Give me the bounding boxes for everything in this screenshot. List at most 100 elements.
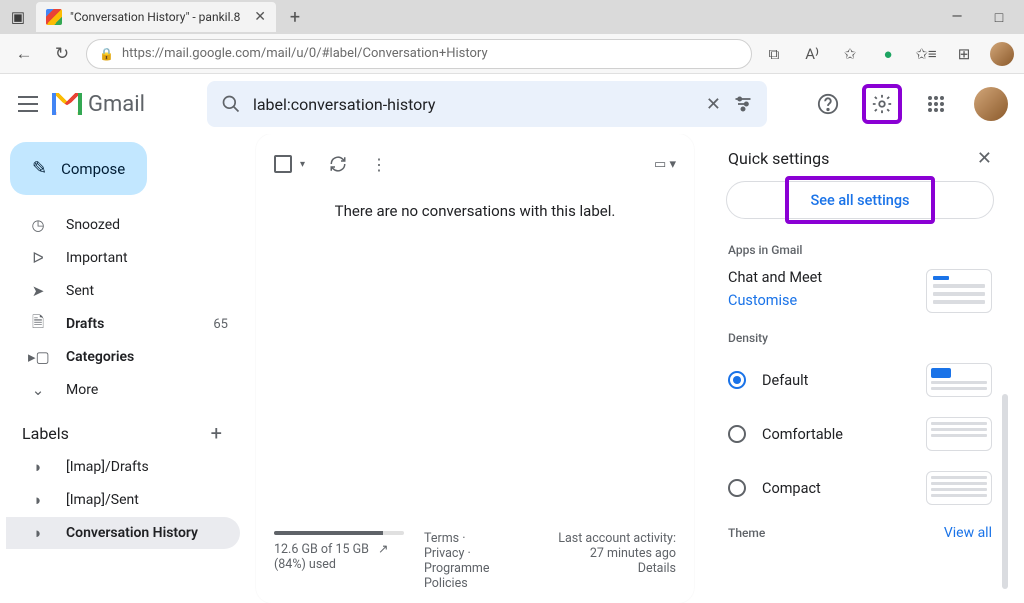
sidebar-item-drafts[interactable]: 🗎 Drafts 65 [6, 308, 240, 340]
toggle-icon[interactable]: ⧉ [762, 42, 786, 66]
account-avatar[interactable] [974, 87, 1008, 121]
gmail-wordmark: Gmail [88, 92, 145, 117]
gmail-body: ✎ Compose ◷ Snoozed ᐅ Important ➤ Sent 🗎… [0, 134, 1024, 603]
apps-preview-icon [926, 269, 992, 313]
grammarly-icon[interactable]: ● [876, 42, 900, 66]
empty-state-text: There are no conversations with this lab… [274, 186, 676, 260]
close-quick-settings-icon[interactable]: ✕ [977, 148, 992, 169]
compose-button[interactable]: ✎ Compose [10, 142, 147, 195]
tab-strip-icon[interactable]: ▣ [4, 3, 32, 31]
main-menu-button[interactable] [16, 92, 40, 116]
add-label-button[interactable]: + [211, 421, 222, 445]
open-storage-icon[interactable]: ↗ [378, 541, 388, 557]
quick-settings-scrollbar[interactable] [1002, 394, 1008, 589]
quick-settings-title: Quick settings [728, 149, 829, 168]
theme-section-title: Theme [728, 526, 765, 540]
sidebar-item-important[interactable]: ᐅ Important [6, 242, 240, 274]
select-dropdown-icon[interactable]: ▾ [300, 159, 305, 170]
compose-label: Compose [61, 160, 125, 178]
quick-settings-panel: Quick settings ✕ See all settings Apps i… [710, 134, 1010, 603]
search-input[interactable] [253, 95, 694, 114]
theme-section: Theme View all [710, 515, 1010, 541]
window-controls: — □ [948, 9, 1020, 26]
select-all-checkbox[interactable] [274, 155, 292, 173]
settings-button[interactable] [862, 84, 902, 124]
favorites-list-icon[interactable]: ✩≡ [914, 42, 938, 66]
label-icon: ◗ [28, 491, 48, 509]
customise-link[interactable]: Customise [728, 292, 822, 309]
favorite-icon[interactable]: ✩ [838, 42, 862, 66]
important-icon: ᐅ [28, 249, 48, 267]
density-section-title: Density [710, 323, 1010, 353]
refresh-button[interactable]: ↻ [48, 40, 76, 68]
policies-links[interactable]: Terms · Privacy · Programme Policies [424, 531, 496, 591]
gmail-header: Gmail ✕ [0, 74, 1024, 134]
sidebar-item-categories[interactable]: ▸▢ Categories [6, 341, 240, 373]
account-activity: Last account activity: 27 minutes ago De… [516, 531, 676, 576]
lock-icon: 🔒 [99, 47, 114, 61]
search-icon[interactable] [221, 94, 241, 114]
storage-info[interactable]: 12.6 GB of 15 GB ↗ (84%) used [274, 531, 404, 572]
gmail-favicon [46, 9, 62, 25]
gmail-m-icon [52, 93, 82, 115]
view-all-themes-link[interactable]: View all [944, 525, 992, 541]
label-conversation-history[interactable]: ◗ Conversation History [6, 517, 240, 549]
label-icon: ◗ [28, 458, 48, 476]
minimize-button[interactable]: — [948, 9, 966, 26]
chevron-down-icon: ⌄ [28, 381, 48, 399]
mail-footer: 12.6 GB of 15 GB ↗ (84%) used Terms · Pr… [274, 521, 676, 591]
refresh-mail-button[interactable] [329, 155, 347, 173]
browser-toolbar: ← ↻ 🔒 https://mail.google.com/mail/u/0/#… [0, 34, 1024, 74]
close-tab-icon[interactable]: ✕ [254, 9, 266, 25]
search-options-icon[interactable] [733, 94, 753, 114]
input-tools-icon[interactable]: ▭ ▾ [654, 157, 676, 172]
density-preview-icon [926, 417, 992, 451]
browser-profile-avatar[interactable] [990, 42, 1014, 66]
label-imap-drafts[interactable]: ◗ [Imap]/Drafts [6, 451, 240, 483]
label-imap-sent[interactable]: ◗ [Imap]/Sent [6, 484, 240, 516]
density-comfortable[interactable]: Comfortable [710, 407, 1010, 461]
apps-in-gmail-row: Chat and Meet Customise [710, 265, 1010, 323]
collections-icon[interactable]: ⊞ [952, 42, 976, 66]
url-text: https://mail.google.com/mail/u/0/#label/… [122, 46, 488, 61]
density-compact[interactable]: Compact [710, 461, 1010, 515]
sidebar-item-sent[interactable]: ➤ Sent [6, 275, 240, 307]
gmail-app: Gmail ✕ [0, 74, 1024, 603]
apps-section-title: Apps in Gmail [710, 235, 1010, 265]
sidebar-item-snoozed[interactable]: ◷ Snoozed [6, 209, 240, 241]
density-default[interactable]: Default [710, 353, 1010, 407]
browser-titlebar: ▣ "Conversation History" - pankil.8 ✕ + … [0, 0, 1024, 34]
storage-bar [274, 531, 404, 535]
content-area: ▾ ⋮ ▭ ▾ There are no conversations with … [248, 134, 1024, 603]
browser-tab[interactable]: "Conversation History" - pankil.8 ✕ [36, 2, 276, 32]
labels-title: Labels [22, 424, 69, 443]
density-preview-icon [926, 363, 992, 397]
label-icon: ◗ [28, 524, 48, 542]
draft-icon: 🗎 [28, 312, 48, 337]
maximize-button[interactable]: □ [990, 9, 1008, 26]
categories-icon: ▸▢ [28, 348, 48, 366]
apps-grid-button[interactable] [916, 84, 956, 124]
chat-meet-label: Chat and Meet [728, 269, 822, 286]
sent-icon: ➤ [28, 282, 48, 300]
density-preview-icon [926, 471, 992, 505]
mail-toolbar: ▾ ⋮ ▭ ▾ [274, 142, 676, 186]
new-tab-button[interactable]: + [282, 4, 308, 30]
radio-on-icon [728, 371, 746, 389]
search-bar[interactable]: ✕ [207, 81, 767, 127]
see-all-settings-button[interactable]: See all settings [726, 181, 994, 219]
radio-off-icon [728, 425, 746, 443]
pencil-icon: ✎ [32, 158, 47, 179]
address-bar[interactable]: 🔒 https://mail.google.com/mail/u/0/#labe… [86, 39, 752, 69]
support-button[interactable] [808, 84, 848, 124]
activity-details-link[interactable]: Details [638, 561, 676, 576]
more-actions-button[interactable]: ⋮ [371, 155, 387, 174]
mail-list-panel: ▾ ⋮ ▭ ▾ There are no conversations with … [256, 134, 694, 603]
clock-icon: ◷ [28, 216, 48, 234]
clear-search-icon[interactable]: ✕ [706, 94, 721, 115]
back-button[interactable]: ← [10, 40, 38, 68]
labels-header: Labels + [6, 407, 240, 451]
sidebar-item-more[interactable]: ⌄ More [6, 374, 240, 406]
read-aloud-icon[interactable]: A⁾ [800, 42, 824, 66]
gmail-logo[interactable]: Gmail [52, 92, 145, 117]
